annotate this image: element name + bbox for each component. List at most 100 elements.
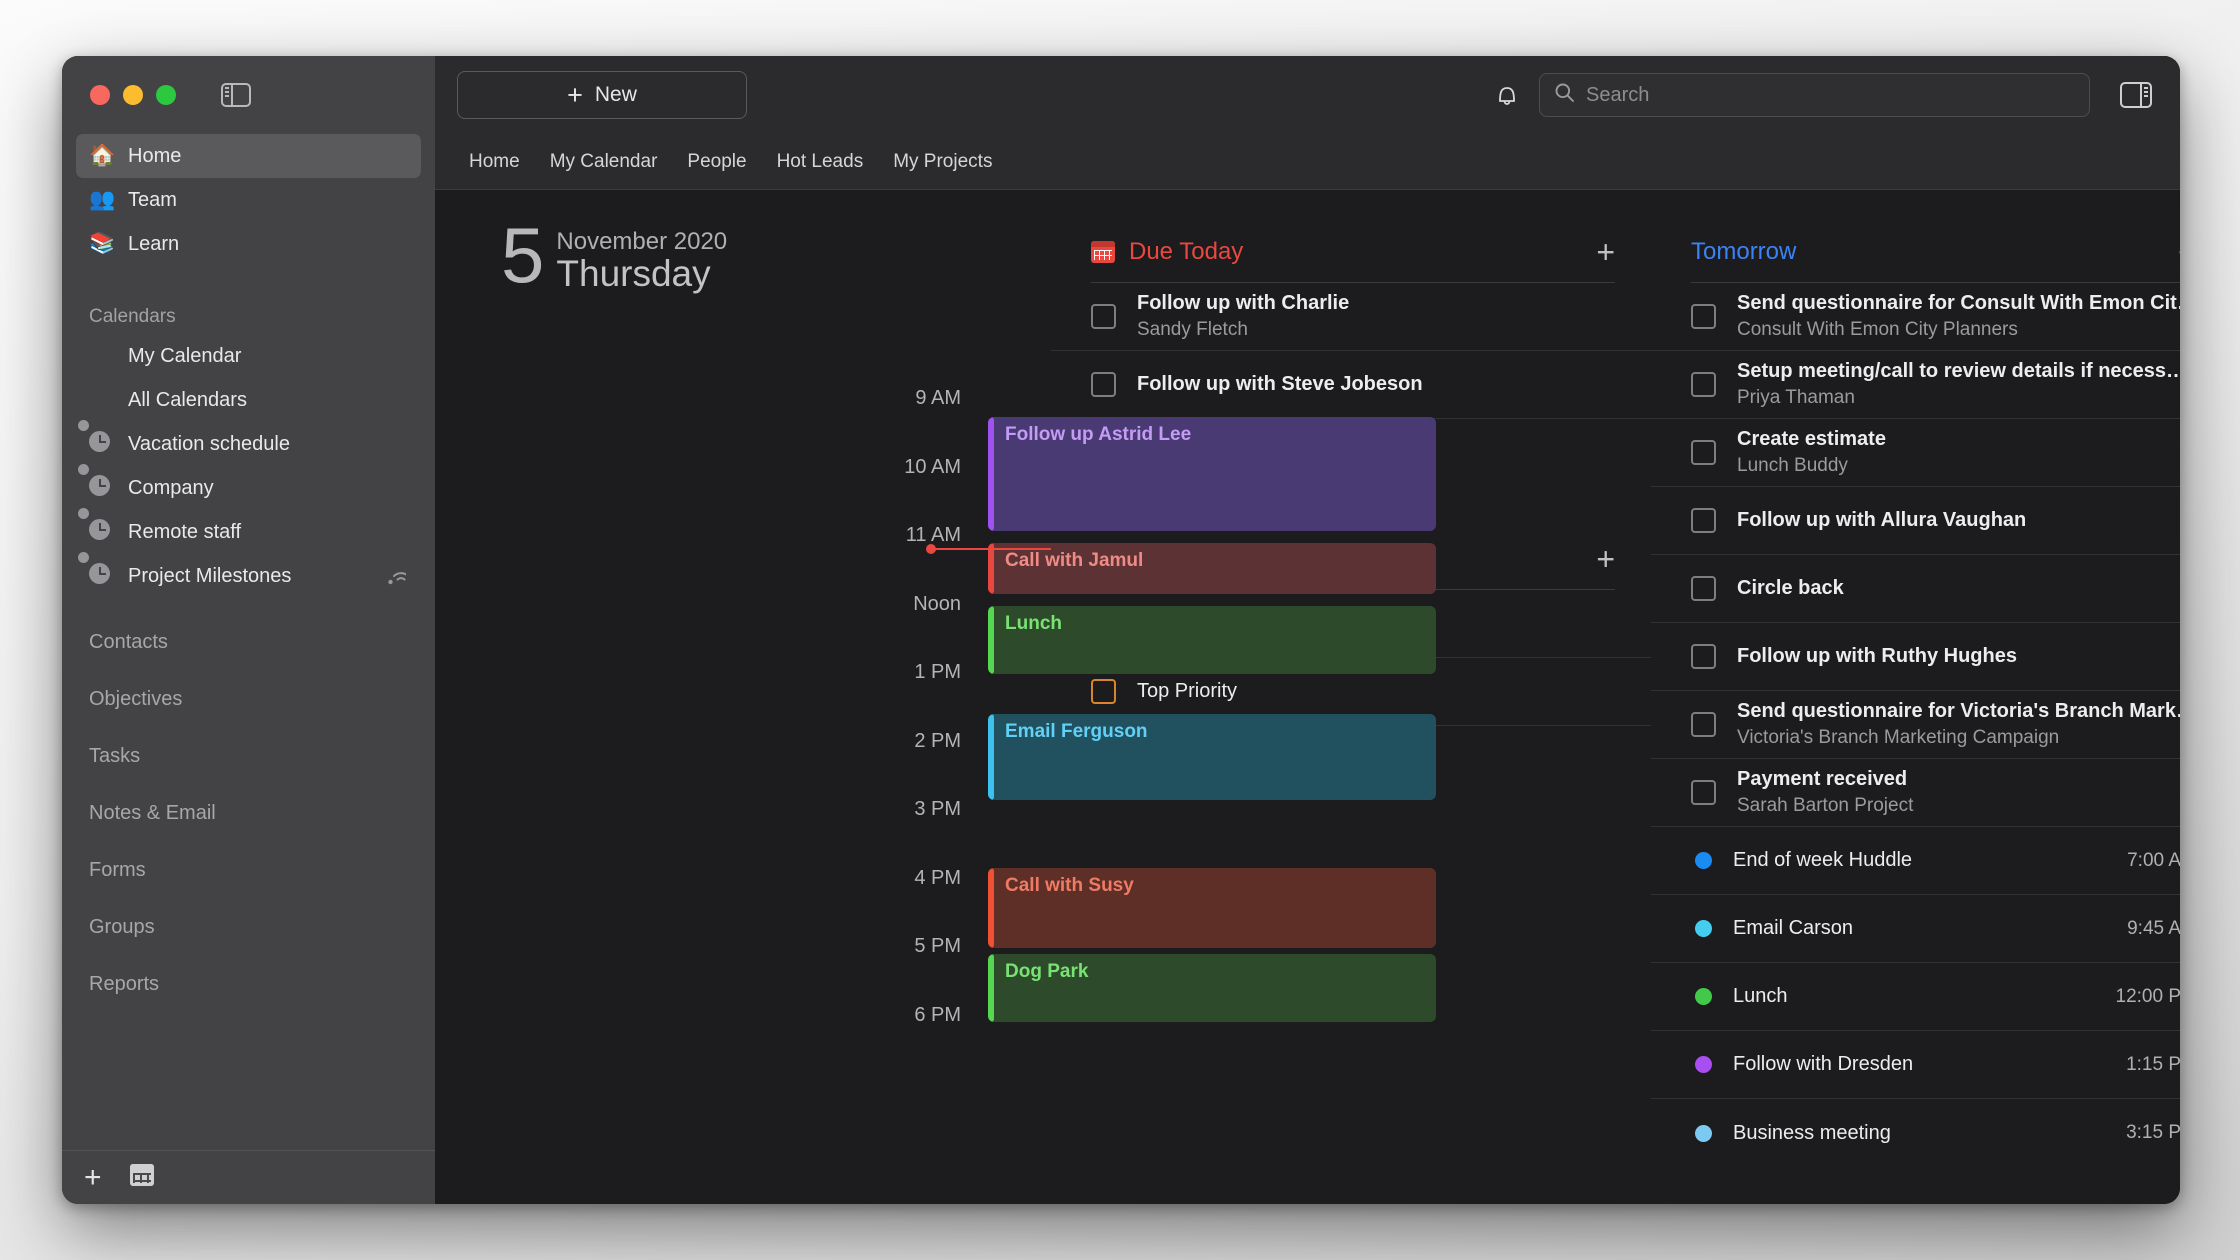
task-checkbox[interactable]: [1691, 304, 1716, 329]
close-window-button[interactable]: [90, 85, 110, 105]
sidebar-item-objectives[interactable]: Objectives: [76, 671, 421, 728]
task-title: Follow up with Steve Jobeson: [1137, 373, 1423, 395]
list-item[interactable]: Lunch12:00 PM: [1651, 963, 2180, 1031]
task-checkbox[interactable]: [1091, 304, 1116, 329]
sidebar-item-reports[interactable]: Reports: [76, 956, 421, 1013]
sidebar-item-all-calendars[interactable]: All Calendars: [76, 378, 421, 422]
sidebar-item-label: Learn: [128, 233, 408, 256]
sidebar-item-learn[interactable]: 📚 Learn: [76, 222, 421, 266]
tab-home[interactable]: Home: [469, 151, 520, 173]
sidebar-toggle-icon[interactable]: [221, 83, 251, 107]
task-subtitle: Sarah Barton Project: [1737, 795, 2180, 817]
bell-icon[interactable]: [1493, 79, 1521, 111]
zoom-window-button[interactable]: [156, 85, 176, 105]
calendar-event[interactable]: Email Ferguson: [988, 714, 1436, 800]
sidebar-item-label: Reports: [89, 973, 159, 996]
sidebar-item-label: Groups: [89, 916, 155, 939]
minimize-window-button[interactable]: [123, 85, 143, 105]
event-accent-bar: [988, 417, 994, 531]
list-item[interactable]: Follow up with Allura Vaughan: [1651, 487, 2180, 555]
calendar-view-button[interactable]: [130, 1164, 154, 1191]
event-time: 1:15 PM: [2126, 1054, 2180, 1076]
add-tomorrow-button[interactable]: +: [2178, 241, 2180, 263]
sidebar-item-forms[interactable]: Forms: [76, 842, 421, 899]
hour-label: 3 PM: [875, 798, 961, 821]
sidebar-item-tasks[interactable]: Tasks: [76, 728, 421, 785]
tomorrow-list: Send questionnaire for Consult With Emon…: [1651, 283, 2180, 1167]
tab-hot-leads[interactable]: Hot Leads: [777, 151, 864, 173]
task-checkbox[interactable]: [1691, 372, 1716, 397]
add-calendar-button[interactable]: +: [84, 1163, 102, 1193]
sidebar-item-vacation-schedule[interactable]: Vacation schedule: [76, 422, 421, 466]
tab-my-projects[interactable]: My Projects: [893, 151, 992, 173]
list-item[interactable]: Circle back: [1651, 555, 2180, 623]
list-item[interactable]: Email Carson9:45 AM: [1651, 895, 2180, 963]
tab-bar: Home My Calendar People Hot Leads My Pro…: [435, 134, 2180, 190]
sidebar-item-remote-staff[interactable]: Remote staff: [76, 510, 421, 554]
list-item[interactable]: Follow with Dresden1:15 PM: [1651, 1031, 2180, 1099]
calendar-event[interactable]: Lunch: [988, 606, 1436, 675]
sidebar-item-company[interactable]: Company: [76, 466, 421, 510]
event-title: Business meeting: [1733, 1122, 1891, 1144]
task-title: Send questionnaire for Victoria's Branch…: [1737, 700, 2180, 722]
task-checkbox[interactable]: [1691, 576, 1716, 601]
inspector-toggle-icon[interactable]: [2120, 82, 2152, 108]
event-color-dot: [1695, 920, 1712, 937]
task-checkbox[interactable]: [1691, 508, 1716, 533]
event-accent-bar: [988, 543, 994, 594]
sidebar-item-home[interactable]: 🏠 Home: [76, 134, 421, 178]
task-checkbox[interactable]: [1691, 712, 1716, 737]
calendar-icon: [89, 343, 115, 369]
clock-gear-icon: [89, 519, 115, 545]
list-item[interactable]: Follow up with Ruthy Hughes: [1651, 623, 2180, 691]
list-item[interactable]: Setup meeting/call to review details if …: [1651, 351, 2180, 419]
tab-my-calendar[interactable]: My Calendar: [550, 151, 658, 173]
tab-people[interactable]: People: [687, 151, 746, 173]
calendar-event[interactable]: Call with Susy: [988, 868, 1436, 948]
search-input[interactable]: Search: [1539, 73, 2090, 117]
sidebar-item-notes-email[interactable]: Notes & Email: [76, 785, 421, 842]
task-checkbox[interactable]: [1691, 440, 1716, 465]
worklist-checkbox[interactable]: [1091, 679, 1116, 704]
sidebar-group-calendars-header: Calendars: [76, 288, 421, 328]
list-item[interactable]: Send questionnaire for Victoria's Branch…: [1651, 691, 2180, 759]
sidebar-item-groups[interactable]: Groups: [76, 899, 421, 956]
task-title: Follow up with Ruthy Hughes: [1737, 645, 2017, 667]
list-item[interactable]: Follow up with Charlie Sandy Fletch: [1051, 283, 1651, 351]
calendar-timeline[interactable]: 9 AM10 AM11 AMNoon1 PM2 PM3 PM4 PM5 PM6 …: [435, 372, 1051, 1148]
event-accent-bar: [988, 606, 994, 675]
sidebar-item-team[interactable]: 👥 Team: [76, 178, 421, 222]
day-calendar: 5 November 2020 Thursday 9 AM10 AM11 AMN…: [435, 190, 1051, 1204]
event-title: Email Ferguson: [1002, 714, 1436, 743]
list-item[interactable]: Send questionnaire for Consult With Emon…: [1651, 283, 2180, 351]
due-today-and-worklist-column: Due Today + Follow up with Charlie Sandy…: [1051, 190, 1651, 1204]
list-item[interactable]: Business meeting3:15 PM: [1651, 1099, 2180, 1167]
calendar-event[interactable]: Call with Jamul: [988, 543, 1436, 594]
list-item[interactable]: End of week Huddle7:00 AM: [1651, 827, 2180, 895]
task-checkbox[interactable]: [1691, 644, 1716, 669]
calendar-icon: [89, 387, 115, 413]
worklist-title-item: Top Priority: [1137, 680, 1237, 703]
task-checkbox[interactable]: [1691, 780, 1716, 805]
new-button[interactable]: + New: [457, 71, 747, 119]
people-emoji-icon: 👥: [89, 187, 115, 213]
calendar-weekday: Thursday: [556, 254, 727, 295]
sidebar-item-label: Remote staff: [128, 521, 408, 544]
hour-label: Noon: [875, 593, 961, 616]
list-item[interactable]: Create estimateLunch Buddy: [1651, 419, 2180, 487]
sidebar-item-my-calendar[interactable]: My Calendar: [76, 334, 421, 378]
sidebar-item-contacts[interactable]: Contacts: [76, 614, 421, 671]
add-worklist-button[interactable]: +: [1596, 548, 1615, 570]
list-item[interactable]: Follow up with Steve Jobeson: [1051, 351, 1651, 419]
add-due-today-button[interactable]: +: [1596, 241, 1615, 263]
clock-gear-icon: [89, 431, 115, 457]
calendar-event[interactable]: Dog Park: [988, 954, 1436, 1023]
sidebar-item-project-milestones[interactable]: Project Milestones: [76, 554, 421, 598]
event-color-dot: [1695, 852, 1712, 869]
task-title: Follow up with Charlie: [1137, 292, 1349, 314]
sidebar-item-label: Project Milestones: [128, 565, 369, 588]
task-checkbox[interactable]: [1091, 372, 1116, 397]
calendar-event[interactable]: Follow up Astrid Lee: [988, 417, 1436, 531]
list-item[interactable]: Payment receivedSarah Barton Project: [1651, 759, 2180, 827]
task-title: Create estimate: [1737, 428, 1886, 450]
